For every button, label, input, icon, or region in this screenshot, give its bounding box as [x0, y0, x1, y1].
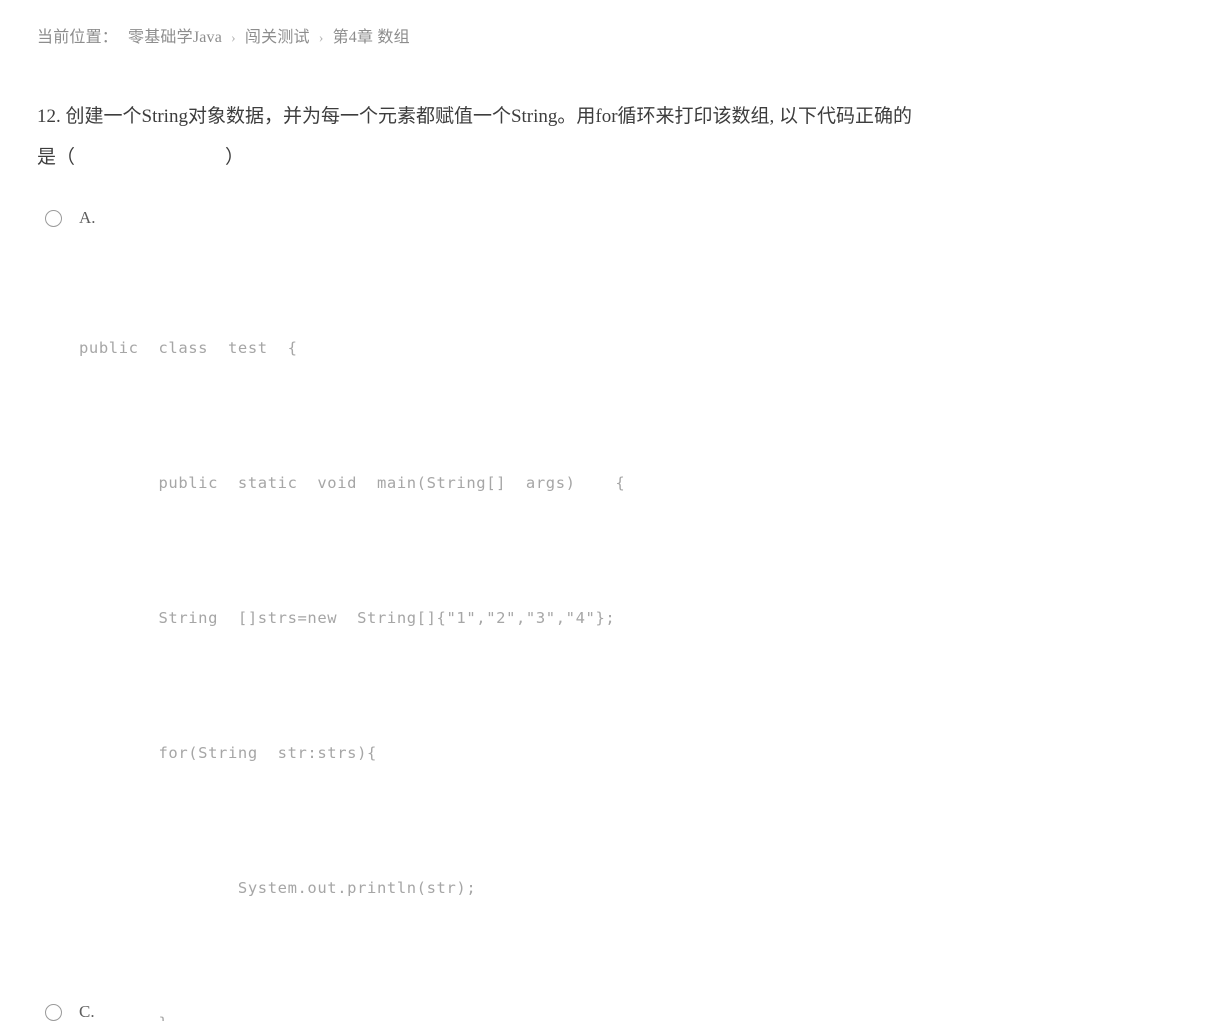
option-a-header[interactable]: A. [37, 200, 1157, 236]
option-c[interactable]: C. [37, 1003, 95, 1021]
code-line: } [79, 1001, 1157, 1021]
code-line: public static void main(String[] args) { [79, 474, 626, 492]
breadcrumb-item-course[interactable]: 零基础学Java [128, 29, 222, 46]
code-line: String []strs=new String[]{"1","2","3","… [79, 609, 616, 627]
option-a[interactable]: A. public class test { public static voi… [37, 200, 1157, 1021]
question-line-2: 是（ ） [37, 137, 1087, 178]
code-line: for(String str:strs){ [79, 744, 377, 762]
code-line: System.out.println(str); [79, 879, 477, 897]
radio-button-a[interactable] [45, 209, 62, 227]
quiz-page: 当前位置： 零基础学Java › 闯关测试 › 第4章 数组 12. 创建一个String… [0, 0, 1228, 1021]
breadcrumb: 当前位置： 零基础学Java › 闯关测试 › 第4章 数组 [37, 26, 410, 51]
question-text: 12. 创建一个String对象数据，并为每一个元素都赋值一个String。用f… [37, 96, 1087, 178]
breadcrumb-item-quiz[interactable]: 闯关测试 [245, 29, 310, 46]
option-c-letter: C. [79, 1003, 95, 1021]
question-answer-prefix: 是（ [37, 147, 76, 168]
breadcrumb-label: 当前位置： [37, 29, 119, 46]
code-line: public class test { [79, 339, 298, 357]
question-line-1: 12. 创建一个String对象数据，并为每一个元素都赋值一个String。用f… [37, 106, 913, 127]
question-answer-suffix: ） [225, 147, 245, 168]
radio-button-c[interactable] [45, 1003, 62, 1021]
option-a-letter: A. [79, 208, 96, 227]
breadcrumb-separator-icon: › [318, 31, 324, 46]
options-list: A. public class test { public static voi… [37, 200, 1157, 1021]
breadcrumb-separator-icon: › [231, 31, 236, 46]
breadcrumb-item-chapter: 第4章 数组 [332, 29, 410, 46]
option-a-code: public class test { public static void m… [37, 236, 1157, 1021]
